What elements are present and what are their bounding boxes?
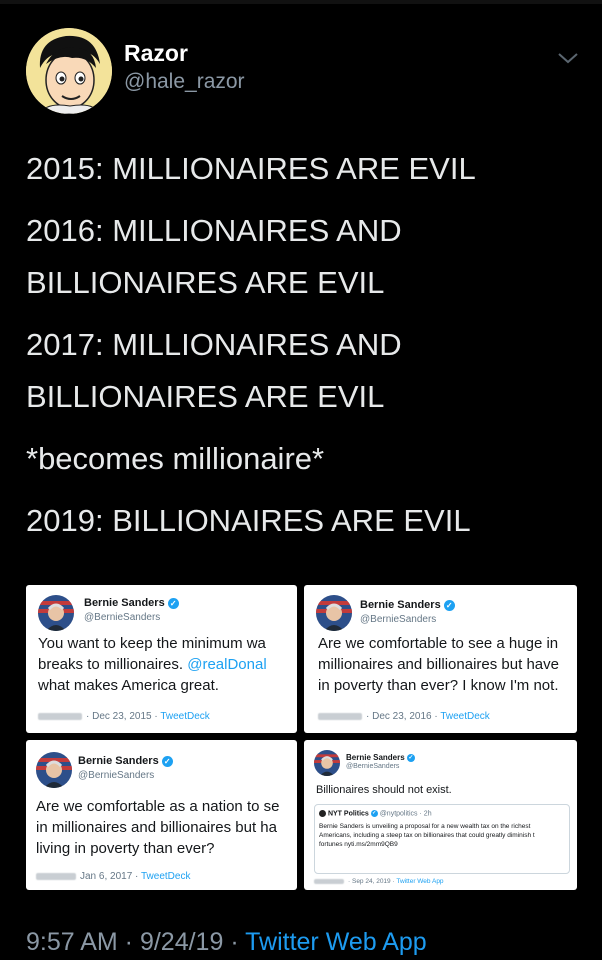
tweet-author-handle: @BernieSanders bbox=[84, 612, 161, 623]
quoted-body-line: fortunes nyti.ms/2mm9QB9 bbox=[319, 841, 398, 848]
tweet-author-name: Bernie Sanders ✓ bbox=[360, 599, 455, 611]
tweet-author-name: Bernie Sanders ✓ bbox=[78, 755, 173, 767]
tweet-author-name: Bernie Sanders ✓ bbox=[84, 597, 179, 609]
embedded-tweet-card[interactable]: Bernie Sanders ✓ @BernieSanders You want… bbox=[26, 585, 297, 733]
embedded-tweet-card[interactable]: Bernie Sanders ✓ @BernieSanders Are we c… bbox=[304, 585, 577, 733]
embedded-tweet-card[interactable]: Bernie Sanders ✓ @BernieSanders Are we c… bbox=[26, 740, 297, 890]
bernie-avatar bbox=[314, 750, 340, 776]
tweet-body: You want to keep the minimum wa breaks t… bbox=[38, 633, 267, 696]
tweet-text-line: BILLIONAIRES ARE EVIL bbox=[26, 379, 385, 414]
tweet-body-line: in poverty than ever? I know I'm not. bbox=[318, 677, 559, 694]
embedded-tweet-card[interactable]: Bernie Sanders ✓ @BernieSanders Billiona… bbox=[304, 740, 577, 890]
tweet-author-name: Bernie Sanders ✓ bbox=[346, 753, 415, 762]
tweet-author-handle: @BernieSanders bbox=[78, 770, 155, 781]
tweet-date[interactable]: 9/24/19 bbox=[140, 928, 223, 956]
tweet-text-line: 2016: MILLIONAIRES AND bbox=[26, 213, 402, 248]
tweet-meta: · Dec 23, 2015 · TweetDeck bbox=[38, 711, 210, 722]
profile-handle[interactable]: @hale_razor bbox=[124, 70, 245, 94]
separator: · bbox=[223, 928, 246, 956]
tweet-body: Are we comfortable to see a huge in mill… bbox=[318, 633, 559, 696]
tweet-meta: Jan 6, 2017 · TweetDeck bbox=[36, 871, 190, 882]
avatar-illustration bbox=[26, 28, 112, 114]
bernie-avatar bbox=[36, 752, 72, 788]
window-top-edge bbox=[0, 0, 602, 4]
redacted-blur bbox=[314, 878, 344, 884]
tweet-body-line: living in poverty than ever? bbox=[36, 840, 215, 857]
tweet-body-line: You want to keep the minimum wa bbox=[38, 635, 266, 652]
tweet-body-line: breaks to millionaires. bbox=[38, 656, 188, 673]
profile-avatar[interactable] bbox=[26, 28, 112, 114]
verified-badge-icon: ✓ bbox=[443, 599, 455, 611]
tweet-source-app-link[interactable]: Twitter Web App bbox=[245, 928, 427, 956]
profile-name[interactable]: Razor bbox=[124, 40, 188, 67]
tweet-client-link[interactable]: TweetDeck bbox=[440, 711, 489, 722]
tweet-client-link[interactable]: Twitter Web App bbox=[396, 878, 443, 885]
tweet-body: Are we comfortable as a nation to se in … bbox=[36, 796, 279, 859]
chevron-down-icon[interactable] bbox=[556, 50, 580, 66]
redacted-blur bbox=[36, 872, 76, 880]
quoted-body-line: Americans, including a steep tax on bill… bbox=[319, 832, 535, 839]
tweet-date: Dec 23, 2015 bbox=[92, 711, 152, 722]
tweet-body-line: Billionaires should not exist. bbox=[316, 784, 452, 796]
tweet-time[interactable]: 9:57 AM bbox=[26, 928, 118, 956]
portrait-image bbox=[316, 595, 352, 631]
tweet-date: Dec 23, 2016 bbox=[372, 711, 432, 722]
bernie-avatar bbox=[316, 595, 352, 631]
quoted-tweet[interactable]: NYT Politics ✓ @nytpolitics · 2h Bernie … bbox=[314, 804, 570, 874]
portrait-image bbox=[38, 595, 74, 631]
tweet-author-handle: @BernieSanders bbox=[346, 763, 400, 770]
tweet-body-line: Are we comfortable as a nation to se bbox=[36, 798, 280, 815]
tweet-date: Jan 6, 2017 bbox=[80, 871, 133, 882]
portrait-image bbox=[314, 750, 340, 776]
nyt-logo-icon bbox=[319, 810, 326, 817]
tweet-body-line: Are we comfortable to see a huge in bbox=[318, 635, 559, 652]
tweet-client-link[interactable]: TweetDeck bbox=[141, 871, 190, 882]
redacted-blur bbox=[38, 712, 82, 720]
verified-badge-icon: ✓ bbox=[406, 753, 415, 762]
tweet-text-line: 2019: BILLIONAIRES ARE EVIL bbox=[26, 503, 471, 538]
tweet-body-line: what makes America great. bbox=[38, 677, 219, 694]
tweet-body-line: millionaires and billionaires but have bbox=[318, 656, 559, 673]
mention-link[interactable]: @realDonal bbox=[187, 656, 266, 673]
tweet-client-link[interactable]: TweetDeck bbox=[160, 711, 209, 722]
redacted-blur bbox=[318, 712, 362, 720]
quoted-author: NYT Politics ✓ @nytpolitics · 2h bbox=[319, 810, 432, 817]
tweet-text-line: 2017: MILLIONAIRES AND bbox=[26, 327, 402, 362]
separator: · bbox=[117, 928, 140, 956]
verified-badge-icon: ✓ bbox=[161, 755, 173, 767]
tweet-timestamp-row: 9:57 AM · 9/24/19 · Twitter Web App bbox=[26, 928, 427, 957]
tweet-text-line: BILLIONAIRES ARE EVIL bbox=[26, 265, 385, 300]
tweet-author-handle: @BernieSanders bbox=[360, 614, 437, 625]
tweet-meta: · Sep 24, 2019 · Twitter Web App bbox=[314, 878, 444, 885]
verified-badge-icon: ✓ bbox=[167, 597, 179, 609]
tweet-text-line: *becomes millionaire* bbox=[26, 441, 325, 476]
tweet-date: Sep 24, 2019 bbox=[351, 878, 391, 885]
tweet-body-line: in millionaires and billionaires but ha bbox=[36, 819, 277, 836]
portrait-image bbox=[36, 752, 72, 788]
verified-badge-icon: ✓ bbox=[370, 810, 378, 817]
quoted-body: Bernie Sanders is unveiling a proposal f… bbox=[319, 822, 535, 849]
quoted-body-line: Bernie Sanders is unveiling a proposal f… bbox=[319, 823, 531, 830]
tweet-meta: · Dec 23, 2016 · TweetDeck bbox=[318, 711, 490, 722]
bernie-avatar bbox=[38, 595, 74, 631]
tweet-text-line: 2015: MILLIONAIRES ARE EVIL bbox=[26, 151, 476, 186]
